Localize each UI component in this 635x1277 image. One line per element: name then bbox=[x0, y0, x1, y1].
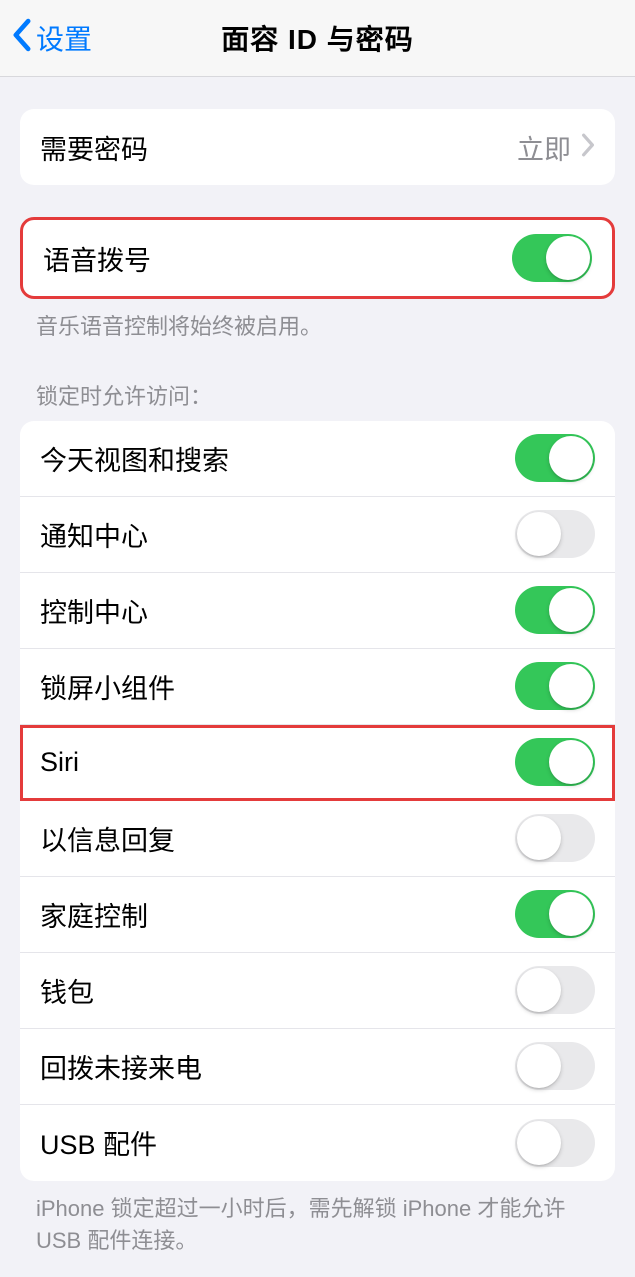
lock-access-row: 钱包 bbox=[20, 953, 615, 1029]
toggle[interactable] bbox=[515, 814, 595, 862]
content: 需要密码 立即 语音拨号 音乐语音控制将始终被启用。 锁定时允许访问： 今天视图… bbox=[0, 109, 635, 1277]
row-label: 需要密码 bbox=[40, 128, 148, 167]
toggle-knob bbox=[549, 740, 593, 784]
toggle-knob bbox=[549, 664, 593, 708]
row-label: USB 配件 bbox=[40, 1123, 157, 1162]
toggle-knob bbox=[549, 588, 593, 632]
lock-access-row: 锁屏小组件 bbox=[20, 649, 615, 725]
row-label: Siri bbox=[40, 747, 79, 778]
row-right: 立即 bbox=[517, 128, 595, 167]
lock-access-row: 通知中心 bbox=[20, 497, 615, 573]
lock-access-row: 家庭控制 bbox=[20, 877, 615, 953]
nav-bar: 设置 面容 ID 与密码 bbox=[0, 0, 635, 77]
chevron-right-icon bbox=[581, 133, 595, 162]
row-label: 通知中心 bbox=[40, 515, 148, 554]
page-title: 面容 ID 与密码 bbox=[221, 18, 414, 58]
toggle[interactable] bbox=[515, 966, 595, 1014]
toggle[interactable] bbox=[515, 434, 595, 482]
lock-access-header: 锁定时允许访问： bbox=[36, 379, 599, 411]
toggle-knob bbox=[517, 816, 561, 860]
toggle-knob bbox=[517, 968, 561, 1012]
row-label: 钱包 bbox=[40, 971, 94, 1010]
back-button[interactable]: 设置 bbox=[12, 18, 92, 59]
toggle-knob bbox=[546, 236, 590, 280]
toggle-knob bbox=[549, 892, 593, 936]
voice-dial-row: 语音拨号 bbox=[23, 220, 612, 296]
lock-access-row: 回拨未接来电 bbox=[20, 1029, 615, 1105]
lock-access-row: USB 配件 bbox=[20, 1105, 615, 1181]
require-passcode-row[interactable]: 需要密码 立即 bbox=[20, 109, 615, 185]
row-label: 今天视图和搜索 bbox=[40, 439, 229, 478]
toggle[interactable] bbox=[515, 510, 595, 558]
row-label: 家庭控制 bbox=[40, 895, 148, 934]
toggle-knob bbox=[517, 1121, 561, 1165]
toggle-knob bbox=[517, 512, 561, 556]
toggle-knob bbox=[517, 1044, 561, 1088]
toggle[interactable] bbox=[515, 662, 595, 710]
toggle[interactable] bbox=[515, 738, 595, 786]
voice-dial-footer: 音乐语音控制将始终被启用。 bbox=[36, 311, 599, 343]
lock-access-row: Siri bbox=[20, 725, 615, 801]
lock-access-footer: iPhone 锁定超过一小时后，需先解锁 iPhone 才能允许 USB 配件连… bbox=[36, 1193, 599, 1257]
lock-access-row: 控制中心 bbox=[20, 573, 615, 649]
toggle[interactable] bbox=[515, 586, 595, 634]
toggle-knob bbox=[549, 436, 593, 480]
chevron-left-icon bbox=[12, 18, 32, 59]
back-label: 设置 bbox=[36, 18, 92, 58]
row-label: 以信息回复 bbox=[40, 819, 175, 858]
lock-access-row: 以信息回复 bbox=[20, 801, 615, 877]
row-label: 语音拨号 bbox=[43, 239, 151, 278]
row-label: 锁屏小组件 bbox=[40, 667, 175, 706]
passcode-group: 需要密码 立即 bbox=[20, 109, 615, 185]
row-value: 立即 bbox=[517, 128, 571, 167]
row-label: 控制中心 bbox=[40, 591, 148, 630]
toggle[interactable] bbox=[515, 1042, 595, 1090]
toggle[interactable] bbox=[515, 1119, 595, 1167]
lock-access-row: 今天视图和搜索 bbox=[20, 421, 615, 497]
voice-dial-group: 语音拨号 bbox=[20, 217, 615, 299]
voice-dial-toggle[interactable] bbox=[512, 234, 592, 282]
lock-access-group: 今天视图和搜索通知中心控制中心锁屏小组件 Siri 以信息回复家庭控制钱包回拨未接来… bbox=[20, 421, 615, 1181]
toggle[interactable] bbox=[515, 890, 595, 938]
row-label: 回拨未接来电 bbox=[40, 1047, 202, 1086]
